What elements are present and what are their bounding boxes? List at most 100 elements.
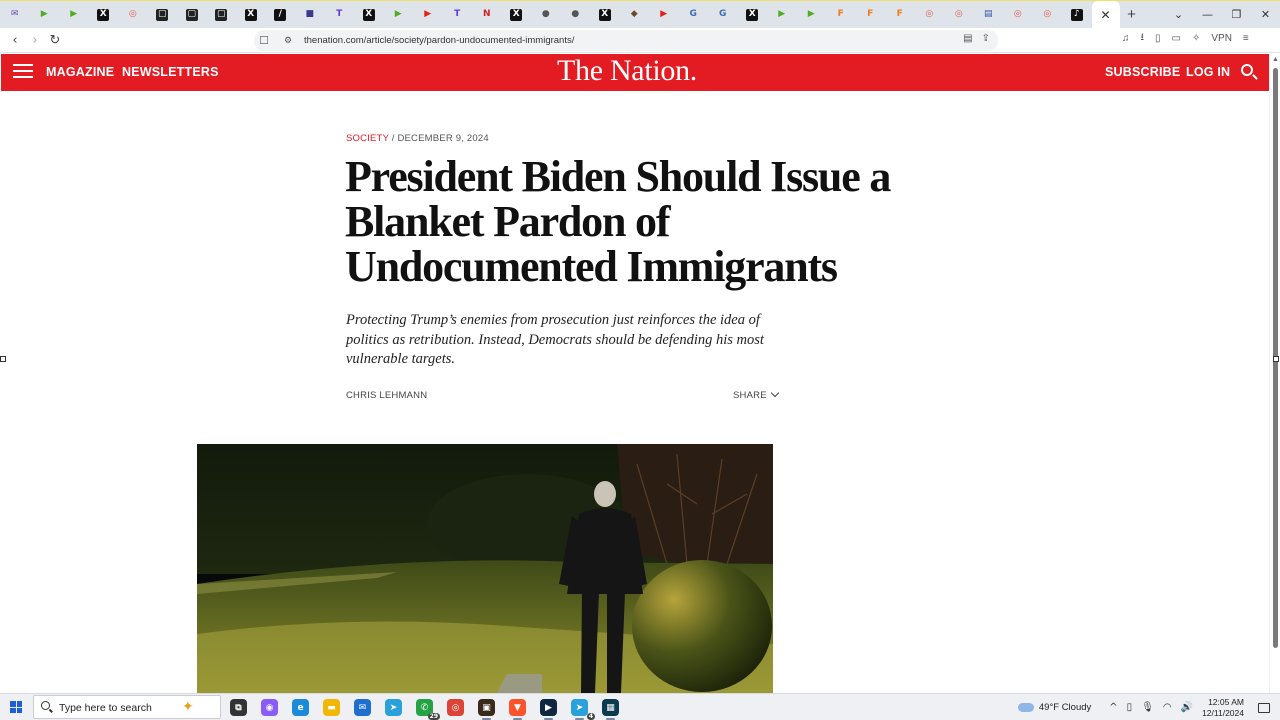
browser-tab[interactable]: ◎ [118, 1, 148, 29]
leo-icon[interactable]: ✧ [1192, 33, 1200, 44]
wallet-icon[interactable]: ▭ [1172, 33, 1181, 44]
browser-tab[interactable]: T [443, 1, 473, 29]
browser-tab[interactable]: G [708, 1, 738, 29]
restore-icon[interactable]: ❐ [1222, 8, 1251, 21]
reader-icon[interactable]: ▤ [963, 33, 972, 44]
url-field[interactable]: ☐ ⚙ thenation.com/article/society/pardon… [254, 30, 998, 51]
browser-tab[interactable]: ▤ [974, 1, 1004, 29]
scroll-up-icon[interactable]: ▲ [1272, 56, 1279, 63]
site-logo[interactable]: The Nation. [557, 54, 697, 88]
browser-tab[interactable]: ● [531, 1, 561, 29]
telegram-icon[interactable]: ➤ 4 [571, 699, 595, 720]
browser-tab[interactable]: ▶ [649, 1, 679, 29]
bookmark-icon[interactable]: ☐ [254, 34, 274, 47]
volume-icon[interactable]: 🔊 [1181, 702, 1193, 713]
forward-icon[interactable]: › [25, 33, 45, 48]
section-link[interactable]: SOCIETY [346, 133, 389, 144]
share-page-icon[interactable]: ⇪ [982, 33, 990, 44]
site-info-icon[interactable]: ⚙ [280, 35, 296, 46]
taskbar-search-input[interactable]: Type here to search ✦ [33, 695, 221, 719]
browser-tab[interactable]: ▶ [59, 1, 89, 29]
url-text[interactable]: thenation.com/article/society/pardon-und… [304, 35, 574, 46]
browser-tab[interactable]: X [354, 1, 384, 29]
active-tab[interactable]: ✕ [1091, 0, 1120, 29]
capture-icon[interactable]: ▦ [602, 699, 619, 720]
copilot-icon[interactable]: ◉ [261, 699, 278, 716]
browser-tab[interactable]: ▶ [767, 1, 797, 29]
chevron-up-icon[interactable]: ^ [1109, 702, 1117, 713]
menu-icon[interactable]: ≡ [1243, 33, 1249, 44]
telegram-icon[interactable]: ➤ [385, 699, 402, 716]
login-link[interactable]: LOG IN [1186, 65, 1230, 79]
new-tab-icon[interactable]: + [1120, 6, 1144, 23]
brave-icon[interactable]: ▼ [509, 699, 526, 720]
browser-tab[interactable]: ▢ [148, 1, 178, 29]
browser-tab[interactable]: ▶ [30, 1, 60, 29]
browser-tab[interactable]: ♪ [1062, 1, 1092, 29]
browser-tab[interactable]: X [738, 1, 768, 29]
download-icon[interactable]: ⭳ [1141, 30, 1145, 47]
browser-tab[interactable]: ◎ [915, 1, 945, 29]
media-icon[interactable]: ♫ [1122, 33, 1130, 44]
browser-tab[interactable]: ✉ [0, 1, 30, 29]
newsletters-link[interactable]: NEWSLETTERS [122, 65, 219, 79]
share-button[interactable]: SHARE [733, 388, 779, 401]
resize-handle-left[interactable] [0, 356, 6, 362]
browser-tab[interactable]: ◎ [1003, 1, 1033, 29]
browser-tab[interactable]: F [885, 1, 915, 29]
browser-tab[interactable]: N [472, 1, 502, 29]
app-icon[interactable]: ▣ [478, 699, 495, 720]
start-windows-icon[interactable] [10, 701, 22, 713]
wifi-icon[interactable]: ◠ [1163, 702, 1172, 713]
browser-tab[interactable]: ■ [295, 1, 325, 29]
reload-icon[interactable]: ↻ [45, 33, 65, 48]
browser-tab[interactable]: X [89, 1, 119, 29]
notification-icon[interactable] [1258, 702, 1270, 713]
browser-tab[interactable]: X [502, 1, 532, 29]
f-icon: F [837, 9, 844, 19]
whatsapp-icon[interactable]: ✆ 29 [416, 699, 440, 720]
browser-tab[interactable]: ◎ [1033, 1, 1063, 29]
task-view-icon[interactable]: ⧉ [230, 699, 247, 716]
clock[interactable]: 12:05 AM 12/11/2024 [1202, 697, 1244, 719]
browser-tab[interactable]: T [325, 1, 355, 29]
device-icon[interactable]: ▯ [1127, 702, 1133, 713]
edge-icon[interactable]: e [292, 699, 309, 716]
close-tab-icon[interactable]: ✕ [1100, 8, 1110, 22]
magazine-link[interactable]: MAGAZINE [46, 65, 114, 79]
sidebar-icon[interactable]: ▯ [1155, 33, 1161, 44]
weather-text[interactable]: 49°F Cloudy [1039, 702, 1091, 713]
browser-tab[interactable]: / [266, 1, 296, 29]
browser-tab[interactable]: ▶ [384, 1, 414, 29]
browser-tab[interactable]: ◆ [620, 1, 650, 29]
back-icon[interactable]: ‹ [5, 33, 25, 48]
hamburger-menu-icon[interactable] [13, 64, 33, 78]
scrollbar[interactable]: ▲ [1269, 54, 1280, 693]
author-link[interactable]: CHRIS LEHMANN [346, 390, 427, 401]
tab-search-icon[interactable]: ⌄ [1164, 8, 1193, 21]
browser-tab[interactable]: X [590, 1, 620, 29]
browser-tab[interactable]: F [826, 1, 856, 29]
minimize-icon[interactable]: — [1193, 8, 1222, 21]
browser-tab[interactable]: G [679, 1, 709, 29]
browser-tab[interactable]: ● [561, 1, 591, 29]
browser-tab[interactable]: ▶ [413, 1, 443, 29]
browser-tab[interactable]: F [856, 1, 886, 29]
resize-handle-right[interactable] [1273, 356, 1279, 362]
browser-tab[interactable]: ▢ [177, 1, 207, 29]
microphone-icon[interactable]: 🎙 [1141, 702, 1154, 713]
terminal-icon[interactable]: ▶ [540, 699, 557, 720]
vpn-button[interactable]: VPN [1211, 33, 1232, 44]
search-icon[interactable] [1241, 64, 1253, 76]
chrome-icon[interactable]: ◎ [447, 699, 464, 716]
folder-icon[interactable]: ▬ [323, 699, 340, 716]
close-window-icon[interactable]: ✕ [1251, 8, 1280, 21]
browser-tab[interactable]: ▶ [797, 1, 827, 29]
browser-tab[interactable]: ◎ [944, 1, 974, 29]
subscribe-link[interactable]: SUBSCRIBE [1105, 65, 1180, 79]
browser-tab[interactable]: ▢ [207, 1, 237, 29]
gp-icon: G [689, 9, 697, 19]
weather-cloud-icon[interactable] [1017, 703, 1034, 712]
mail-icon[interactable]: ✉ [354, 699, 371, 716]
browser-tab[interactable]: X [236, 1, 266, 29]
